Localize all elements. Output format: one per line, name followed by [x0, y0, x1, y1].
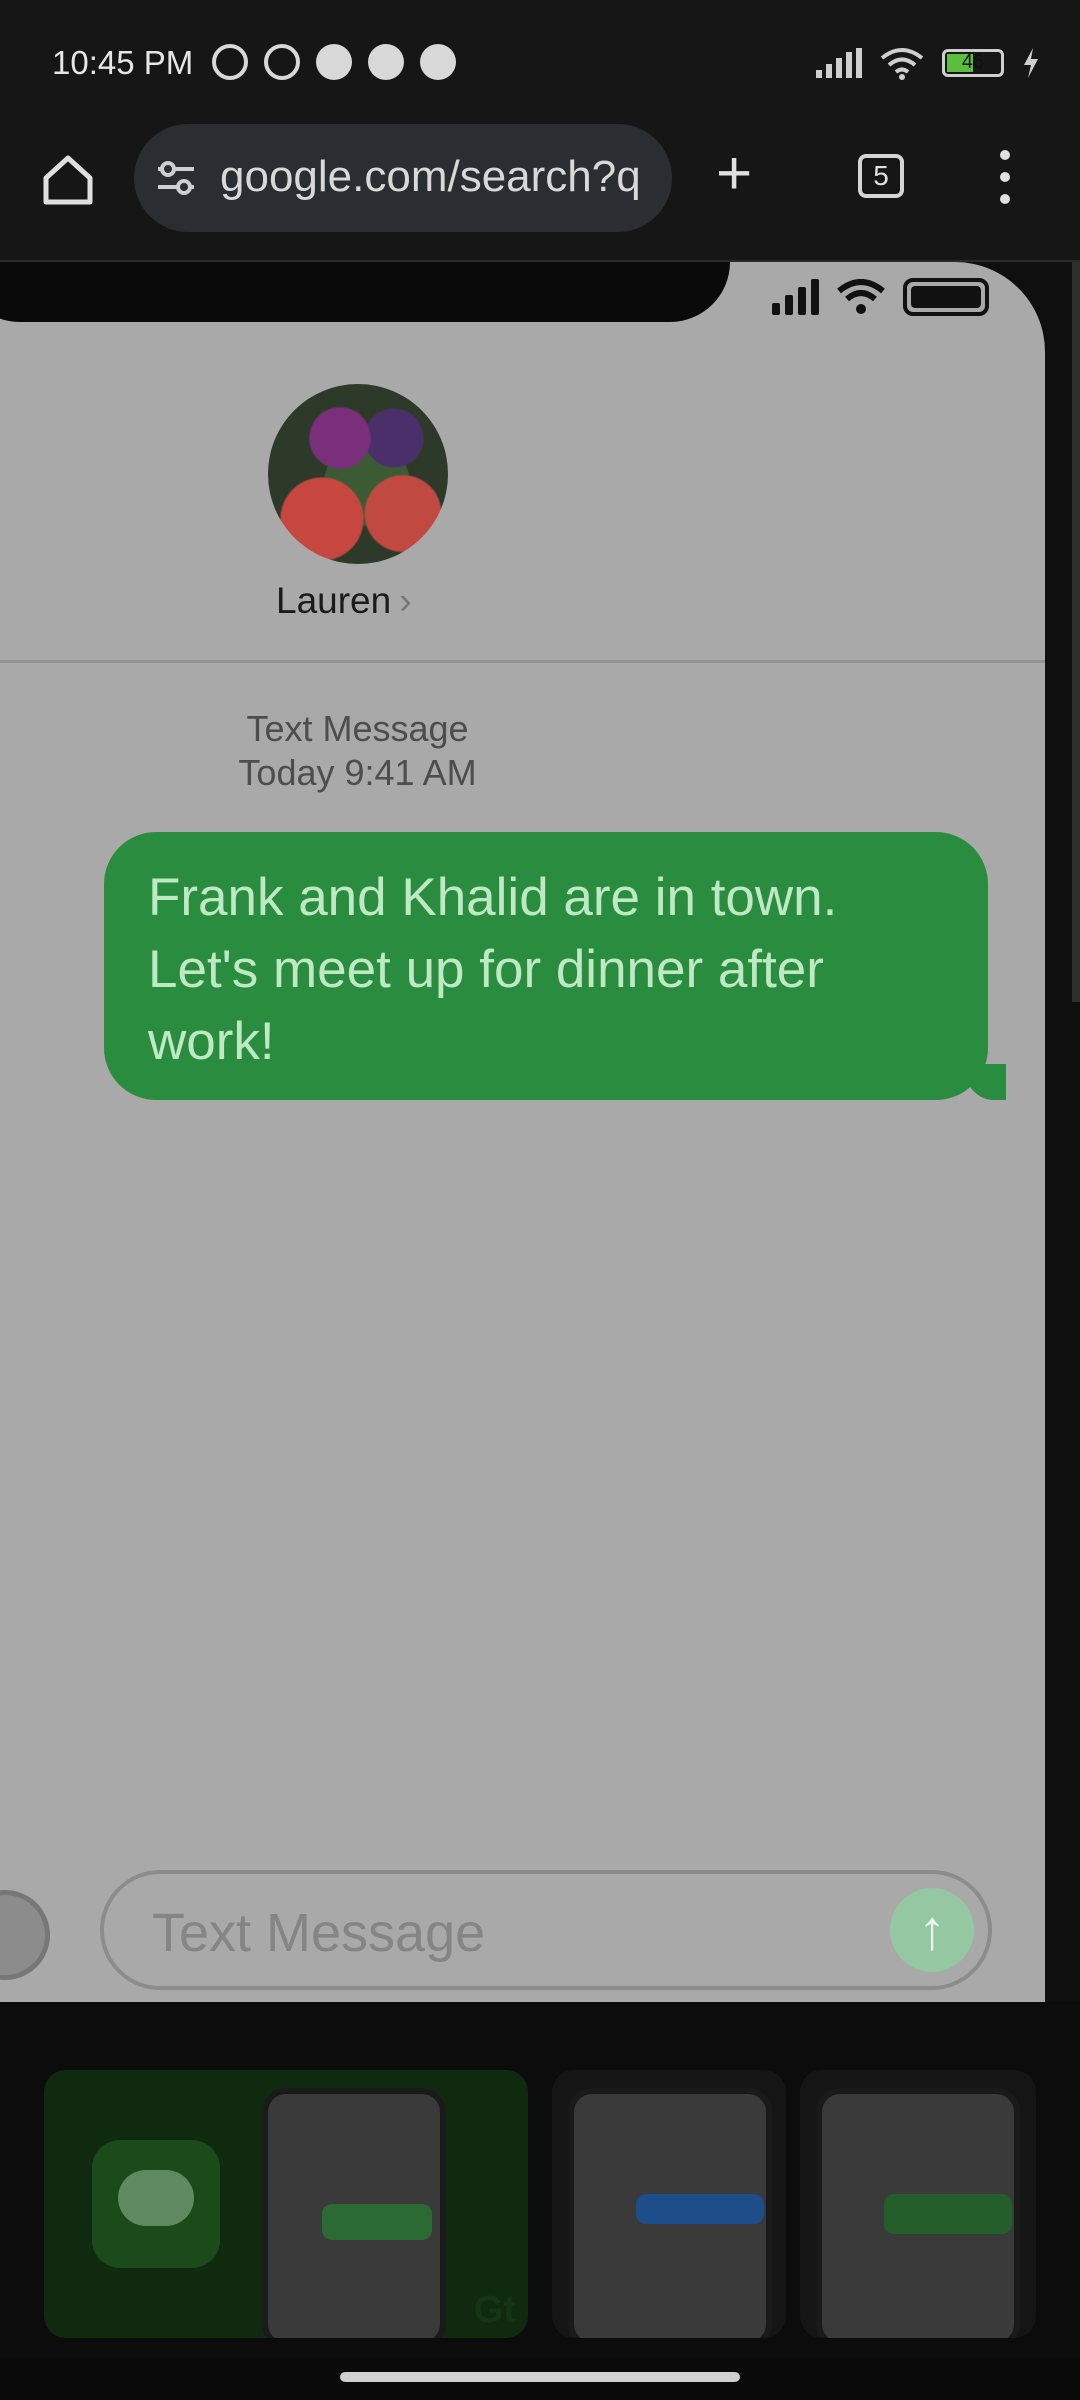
phone-signal-icon [772, 279, 819, 315]
message-timestamp: Today 9:41 AM [238, 752, 477, 793]
messages-app-icon [92, 2140, 220, 2268]
phone-wifi-icon [837, 279, 885, 314]
messenger-icon [368, 44, 404, 80]
clock: 10:45 PM [52, 44, 194, 81]
screenshot-image: Lauren › Text Message Today 9:41 AM Frank… [0, 262, 1045, 2002]
related-images-strip: Gt [0, 2002, 1080, 2358]
browser-toolbar: google.com/search?q + 5 [0, 120, 1080, 262]
message-bubble: Frank and Khalid are in town. Let's meet… [104, 832, 1006, 1100]
more-menu-icon[interactable] [1000, 150, 1012, 216]
mini-phone [816, 2088, 1020, 2338]
new-tab-button[interactable]: + [716, 138, 752, 209]
mini-blue-bubble [636, 2194, 764, 2224]
battery-icon: 46 [942, 49, 1004, 77]
system-status-bar: 10:45 PM 46 [0, 0, 1080, 120]
mini-green-bubble [884, 2194, 1012, 2234]
tab-switcher-button[interactable]: 5 [858, 154, 904, 198]
muted-bell-icon [212, 44, 248, 80]
viewer-scrollbar[interactable] [1072, 262, 1080, 1002]
send-arrow-icon: ↑ [890, 1888, 974, 1972]
mini-phone [262, 2088, 446, 2338]
message-input-placeholder: Text Message [152, 1903, 486, 1963]
header-divider [0, 660, 1045, 663]
mini-phone [568, 2088, 772, 2338]
message-input: Text Message ↑ [100, 1870, 992, 1990]
app-notification-icon-2 [420, 44, 456, 80]
thumbnail-1[interactable]: Gt [44, 2070, 528, 2338]
thumbnail-3[interactable] [800, 2070, 1036, 2338]
url-text: google.com/search?q [220, 152, 641, 201]
chevron-right-icon: › [399, 580, 412, 621]
phone-battery-icon [903, 278, 989, 316]
home-icon[interactable] [38, 150, 98, 210]
contact-name: Lauren › [276, 580, 412, 621]
thumbnail-2[interactable] [552, 2070, 786, 2338]
guiding-tech-logo: Gt [473, 2289, 516, 2331]
camera-icon [0, 1890, 50, 1980]
alarm-icon [264, 44, 300, 80]
app-notification-icon [316, 44, 352, 80]
message-type-label: Text Message [246, 708, 469, 749]
gesture-nav-bar[interactable] [340, 2372, 740, 2382]
phone-status-icons [772, 278, 989, 316]
address-bar[interactable]: google.com/search?q [134, 124, 672, 232]
signal-icon [816, 48, 862, 78]
image-viewer[interactable]: Lauren › Text Message Today 9:41 AM Frank… [0, 262, 1080, 2002]
notification-icons [212, 44, 456, 80]
contact-avatar [268, 384, 448, 564]
mini-message-bubble [322, 2204, 432, 2240]
site-settings-icon[interactable] [156, 160, 196, 196]
charging-bolt-icon [1024, 48, 1038, 78]
phone-notch [0, 262, 730, 322]
system-indicators: 46 [816, 46, 1040, 80]
battery-percent: 46 [961, 51, 985, 73]
wifi-icon [880, 48, 924, 80]
